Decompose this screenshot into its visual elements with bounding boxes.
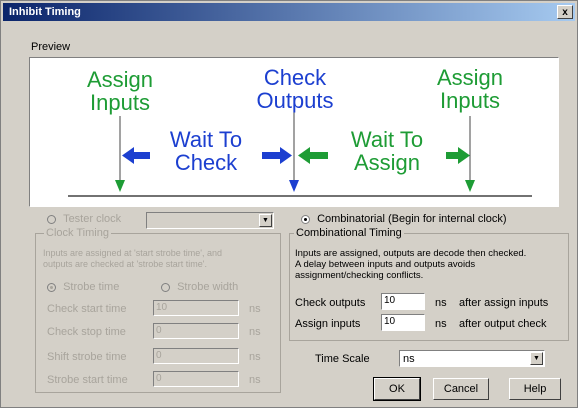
assign-inputs-label: Assign inputs: [295, 318, 361, 330]
close-button[interactable]: x: [557, 5, 573, 19]
check-outputs-input[interactable]: 10: [381, 293, 425, 310]
window-title: Inhibit Timing: [9, 6, 81, 18]
blue-right-arrow-shaft: [262, 152, 282, 159]
clock-row-label: Check stop time: [47, 326, 126, 338]
clock-row-input[interactable]: 0: [153, 348, 239, 364]
strobe-time-label: Strobe time: [63, 281, 120, 293]
cancel-button[interactable]: Cancel: [433, 378, 489, 400]
assign-inputs-left-label: Assign Inputs: [86, 67, 154, 115]
strobe-time-option[interactable]: Strobe time: [47, 281, 119, 293]
check-outputs-label: Check Outputs: [256, 65, 334, 113]
ok-button[interactable]: OK: [373, 377, 421, 401]
check-outputs-suffix: after assign inputs: [459, 297, 549, 309]
assign-inputs-suffix: after output check: [459, 318, 547, 330]
strobe-time-radio[interactable]: [47, 282, 56, 292]
clock-row-unit: ns: [249, 303, 261, 315]
assign-marker-left-head: [115, 180, 125, 192]
tester-clock-select[interactable]: ▼: [146, 212, 274, 229]
title-bar[interactable]: Inhibit Timing x: [3, 3, 575, 21]
blue-right-arrow-head: [280, 147, 292, 164]
combinatorial-option[interactable]: Combinatorial (Begin for internal clock): [301, 213, 507, 225]
chevron-down-icon[interactable]: ▼: [530, 352, 543, 365]
strobe-width-label: Strobe width: [177, 281, 239, 293]
preview-label: Preview: [31, 41, 71, 53]
blue-left-arrow-head: [122, 147, 134, 164]
wait-to-check-label: Wait To Check: [169, 127, 243, 175]
clock-row-label: Strobe start time: [47, 374, 128, 386]
combinational-timing-title: Combinational Timing: [294, 227, 404, 239]
clock-row-unit: ns: [249, 374, 261, 386]
assign-inputs-right-label: Assign Inputs: [436, 65, 504, 113]
time-scale-label: Time Scale: [315, 353, 370, 365]
check-outputs-label: Check outputs: [295, 297, 366, 309]
tester-clock-label: Tester clock: [63, 213, 122, 225]
inhibit-timing-dialog: Inhibit Timing x Preview Assign Inputs C…: [0, 0, 578, 408]
clock-row-unit: ns: [249, 351, 261, 363]
combinational-description: Inputs are assigned, outputs are decode …: [295, 248, 527, 281]
clock-timing-title: Clock Timing: [44, 227, 111, 239]
clock-row-input[interactable]: 10: [153, 300, 239, 316]
check-outputs-unit: ns: [435, 297, 447, 309]
chevron-down-icon[interactable]: ▼: [259, 214, 272, 227]
assign-inputs-unit: ns: [435, 318, 447, 330]
combinatorial-radio[interactable]: [301, 214, 310, 224]
strobe-width-radio[interactable]: [161, 282, 170, 292]
green-left-arrow-head: [298, 147, 310, 164]
tester-clock-radio[interactable]: [47, 214, 56, 224]
clock-timing-description: Inputs are assigned at 'start strobe tim…: [43, 248, 223, 269]
check-marker-head: [289, 180, 299, 192]
green-right-arrow-head: [458, 147, 470, 164]
combinatorial-label: Combinatorial (Begin for internal clock): [317, 213, 507, 225]
time-scale-select[interactable]: ns ▼: [399, 350, 545, 367]
blue-left-arrow-shaft: [132, 152, 150, 159]
time-scale-value: ns: [403, 353, 415, 365]
clock-row-input[interactable]: 0: [153, 371, 239, 387]
green-left-arrow-shaft: [308, 152, 328, 159]
clock-row-unit: ns: [249, 326, 261, 338]
clock-row-input[interactable]: 0: [153, 323, 239, 339]
clock-row-label: Check start time: [47, 303, 127, 315]
assign-inputs-input[interactable]: 10: [381, 314, 425, 331]
wait-to-assign-label: Wait To Assign: [350, 127, 424, 175]
clock-row-label: Shift strobe time: [47, 351, 127, 363]
tester-clock-option[interactable]: Tester clock: [47, 213, 121, 225]
help-button[interactable]: Help: [509, 378, 561, 400]
assign-marker-right-head: [465, 180, 475, 192]
strobe-width-option[interactable]: Strobe width: [161, 281, 238, 293]
preview-panel: Assign Inputs Check Outputs Assign Input…: [29, 57, 559, 207]
